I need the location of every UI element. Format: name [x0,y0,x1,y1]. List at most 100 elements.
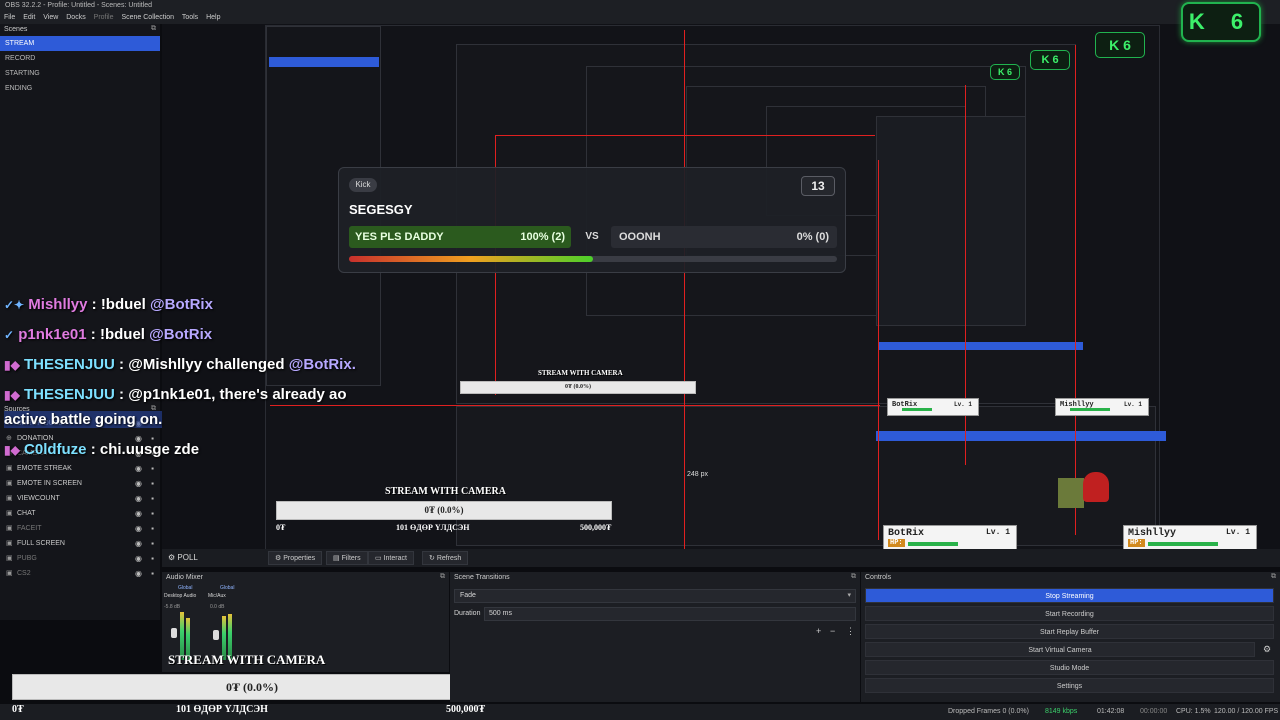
poll-option-a-pct: 100% (2) [520,231,565,243]
chat-mention: @BotRix. [288,356,356,373]
source-item[interactable]: ▣ PUBG ◉ ▪ [0,551,160,566]
undock-icon[interactable]: ⧉ [851,573,856,581]
source-item[interactable]: ▣ EMOTE IN SCREEN ◉ ▪ [0,476,160,491]
start-virtual-camera-button[interactable]: Start Virtual Camera [865,642,1255,657]
start-replay-buffer-button[interactable]: Start Replay Buffer [865,624,1274,639]
chat-badge-icon: ✓✦ [4,298,25,312]
kick-poll-overlay: Kick 13 SEGESGY YES PLS DADDY 100% (2) V… [338,167,846,273]
visibility-eye-icon[interactable]: ◉ [135,476,142,491]
source-type-icon: ▣ [6,525,13,532]
scene-item-starting[interactable]: STARTING [0,66,160,81]
interact-button[interactable]: ▭ Interact [368,551,414,565]
stream-camera-label: STREAM WITH CAMERA [168,652,326,667]
lock-icon[interactable]: ▪ [151,566,154,581]
chat-msg: @Mishllyy challenged [128,356,285,373]
chat-line-1: ✓✦ Mishllyy : !bduel @BotRix [4,296,213,313]
menu-docks[interactable]: Docks [66,14,85,21]
k6-badge: K 6 [1181,2,1261,42]
chat-line-5: active battle going on. [4,411,163,428]
poll-progress-track [349,256,837,262]
undock-icon[interactable]: ⧉ [440,573,445,581]
source-item[interactable]: ▣ CHAT ◉ ▪ [0,506,160,521]
undock-icon[interactable]: ⧉ [1271,573,1276,581]
source-type-icon: ▣ [6,540,13,547]
volume-fader-mic[interactable] [213,630,219,640]
visibility-eye-icon[interactable]: ◉ [135,461,142,476]
bitrate: 8149 kbps [1045,708,1078,715]
menu-view[interactable]: View [43,14,58,21]
stream-time: 01:42:08 [1097,708,1125,715]
chat-msg: !bduel [99,326,145,343]
source-item[interactable]: ▣ FACEIT ◉ ▪ [0,521,160,536]
menu-edit[interactable]: Edit [23,14,35,21]
source-toolbar: ⚙ POLL ⚙ Properties ▤ Filters ▭ Interact… [162,549,1280,567]
settings-button[interactable]: Settings [865,678,1274,693]
donation-mid: 101 ӨДӨР ҮЛДСЭН [176,704,268,715]
poll-option-b-label: OOONH [619,231,661,243]
lock-icon[interactable]: ▪ [151,491,154,506]
visibility-eye-icon[interactable]: ◉ [135,521,142,536]
lock-icon[interactable]: ▪ [151,536,154,551]
inner-controls-stack [876,116,1026,326]
scene-item-ending[interactable]: ENDING [0,81,160,96]
visibility-eye-icon[interactable]: ◉ [135,491,142,506]
properties-button[interactable]: ⚙ Properties [268,551,323,565]
hp-card-botrix-small: BotRix Lv. 1 [887,398,979,416]
menu-file[interactable]: File [4,14,15,21]
k6-badge-small-2: K 6 [1030,50,1070,70]
scene-item-stream[interactable]: STREAM [0,36,160,51]
studio-mode-button[interactable]: Studio Mode [865,660,1274,675]
lock-icon[interactable]: ▪ [151,476,154,491]
controls-dock: Controls ⧉ Stop Streaming Start Recording… [861,572,1280,702]
donation-bar-inner: 0₮ (0.0%) [276,501,612,520]
visibility-eye-icon[interactable]: ◉ [135,566,142,581]
lock-icon[interactable]: ▪ [151,521,154,536]
menu-tools[interactable]: Tools [182,14,198,21]
chat-msg: @p1nk1e01, there's already ao [128,386,347,403]
chat-badge-icon: ▮◆ [4,443,20,457]
chat-line-3: ▮◆ THESENJUU : @Mishllyy challenged @Bot… [4,356,356,373]
source-type-icon: ▣ [6,465,13,472]
stop-streaming-button[interactable]: Stop Streaming [865,588,1274,603]
guide-line-h [495,135,875,136]
refresh-button[interactable]: ↻ Refresh [422,551,469,565]
menu-help[interactable]: Help [206,14,220,21]
filters-button[interactable]: ▤ Filters [326,551,368,565]
chat-mention: @BotRix [149,296,213,313]
source-type-icon: ▣ [6,570,13,577]
visibility-eye-icon[interactable]: ◉ [135,536,142,551]
source-type-icon: ▣ [6,510,13,517]
source-item[interactable]: ▣ FULL SCREEN ◉ ▪ [0,536,160,551]
scene-item-record[interactable]: RECORD [0,51,160,66]
visibility-eye-icon[interactable]: ◉ [135,551,142,566]
add-transition-icon[interactable]: + [816,626,821,636]
audio-global-label-1: Global [178,585,193,591]
remove-transition-icon[interactable]: − [830,626,835,636]
transition-select[interactable]: Fade ▾ [454,589,856,603]
undock-icon[interactable]: ⧉ [151,25,156,33]
lock-icon[interactable]: ▪ [151,461,154,476]
viewer-count: 13 [801,176,835,196]
poll-vs: VS [585,231,599,242]
lock-icon[interactable]: ▪ [151,551,154,566]
visibility-eye-icon[interactable]: ◉ [135,506,142,521]
chat-msg: active battle going on. [4,411,163,428]
source-item[interactable]: ▣ EMOTE STREAK ◉ ▪ [0,461,160,476]
audio-mixer-title: Audio Mixer ⧉ [166,573,445,581]
donation-right-inner: 500,000₮ [580,523,612,532]
audio-channel-desktop[interactable]: Desktop Audio [164,593,196,599]
audio-channel-mic[interactable]: Mic/Aux [208,593,226,599]
source-item[interactable]: ▣ CS2 ◉ ▪ [0,566,160,581]
lock-icon[interactable]: ▪ [151,506,154,521]
start-recording-button[interactable]: Start Recording [865,606,1274,621]
duration-input[interactable]: 500 ms [484,607,856,621]
source-item[interactable]: ▣ VIEWCOUNT ◉ ▪ [0,491,160,506]
volume-fader-desktop[interactable] [171,628,177,638]
chevron-down-icon: ▾ [847,592,851,599]
controls-title: Controls ⧉ [865,573,1276,581]
menu-scene-collection[interactable]: Scene Collection [121,14,174,21]
selected-source-name: ⚙ POLL [168,553,198,562]
menu-profile[interactable]: Profile [94,14,114,21]
more-options-icon[interactable]: ⋮ [846,626,855,637]
virtual-camera-settings-icon[interactable]: ⚙ [1263,644,1271,655]
